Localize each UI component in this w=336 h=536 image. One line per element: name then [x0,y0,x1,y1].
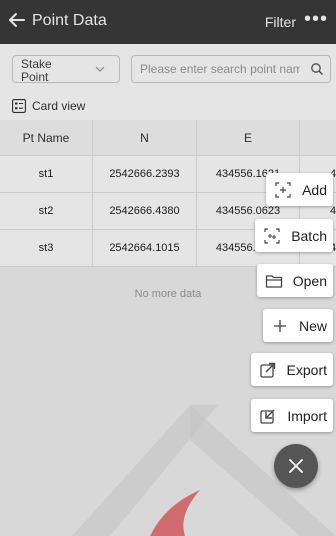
fab-add-label: Add [302,181,327,198]
cell-n: 2542666.4380 [93,193,197,229]
folder-open-icon [265,274,282,288]
fab-new-label: New [298,317,327,334]
card-view-toggle[interactable]: Card view [0,92,336,120]
page-title: Point Data [32,12,107,29]
import-icon [260,409,275,424]
fab-import-label: Import [287,407,327,424]
column-header-e[interactable]: E [197,120,300,155]
card-view-icon [12,99,26,113]
fab-new-button[interactable]: New [262,309,333,342]
fab-add-button[interactable]: Add [266,173,333,206]
cell-n: 2542666.2393 [93,156,197,192]
fab-export-label: Export [286,361,327,378]
cell-pt-name: st1 [0,156,93,192]
fab-export-button[interactable]: Export [250,353,333,386]
chevron-down-icon [95,66,105,72]
column-header-pt-name[interactable]: Pt Name [0,120,93,155]
back-arrow-icon[interactable] [6,9,28,31]
fab-open-label: Open [292,272,327,289]
cell-n: 2542664.1015 [93,230,197,266]
add-point-icon [275,181,291,198]
search-field[interactable] [131,55,331,83]
point-type-value: Stake Point [21,57,52,84]
cell-pt-name: st2 [0,193,93,229]
batch-icon [264,227,280,244]
export-icon [259,362,275,378]
search-icon[interactable] [310,62,324,76]
column-header-n[interactable]: N [93,120,197,155]
filter-button[interactable]: Filter [265,14,296,30]
search-bar: Stake Point [0,44,336,92]
column-header-extra [300,120,336,155]
fab-close-button[interactable] [274,444,318,488]
point-type-select[interactable]: Stake Point [12,55,120,84]
cell-pt-name: st3 [0,230,93,266]
card-view-label: Card view [32,99,86,113]
close-icon [289,459,303,473]
table-header-row: Pt Name N E [0,120,336,156]
top-bar: Point Data Filter ••• [0,0,336,44]
fab-batch-label: Batch [291,227,327,244]
plus-icon [273,319,286,332]
fab-import-button[interactable]: Import [251,399,333,432]
search-input[interactable] [140,61,300,77]
fab-open-button[interactable]: Open [256,264,333,297]
more-menu-icon[interactable]: ••• [304,8,328,31]
fab-batch-button[interactable]: Batch [255,219,333,252]
